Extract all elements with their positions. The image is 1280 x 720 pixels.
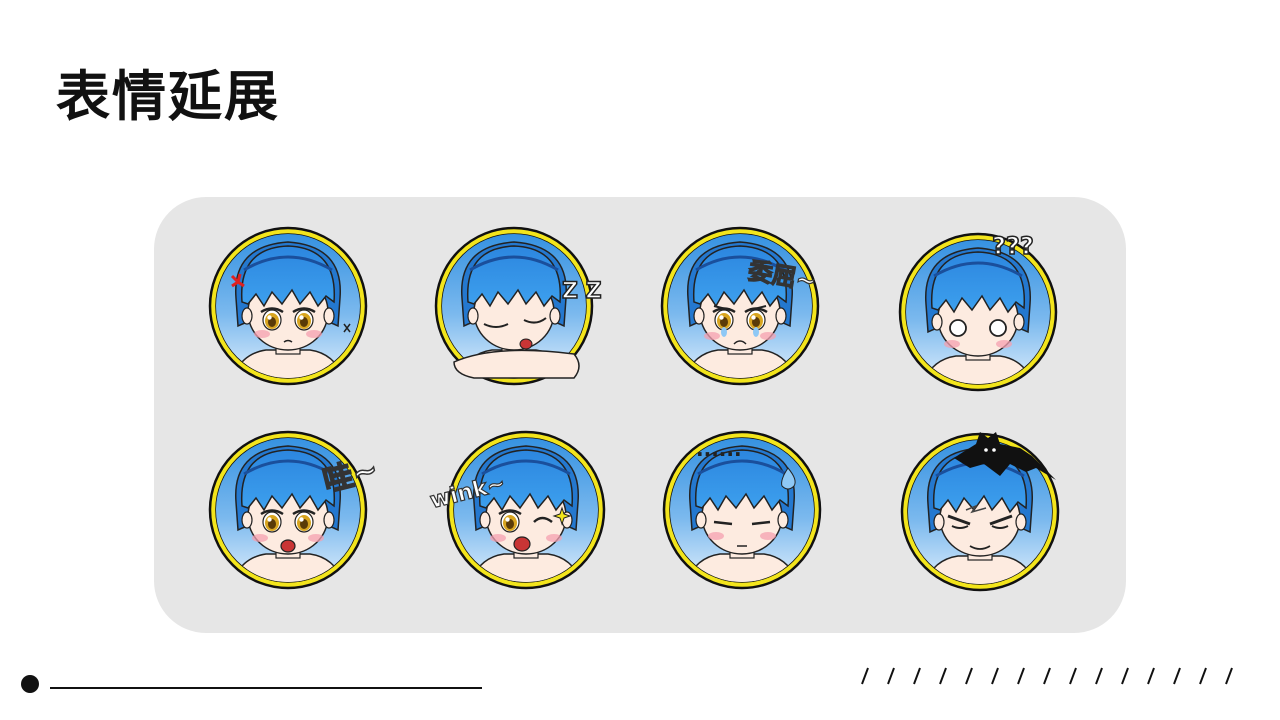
sticker-evil[interactable] [900, 432, 1060, 592]
sticker-angry[interactable] [208, 226, 368, 386]
sticker-grid: Z Z 委屈~ ??? 哇~ wink~ ...... [0, 0, 1280, 720]
sticker-aggrieved[interactable]: 委屈~ [660, 226, 820, 386]
sticker-wow[interactable]: 哇~ [208, 430, 382, 590]
caption-text: Z Z [562, 279, 602, 304]
sticker-speechless[interactable]: ...... [662, 430, 822, 590]
question-marks-icon: ??? [991, 231, 1034, 261]
sleep-z-icon: Z Z [561, 278, 602, 305]
footer-dot [21, 675, 39, 693]
footer-slash-pattern [861, 667, 1233, 685]
footer-line [50, 687, 482, 689]
caption-text: ??? [992, 232, 1034, 260]
sticker-confused[interactable]: ??? [898, 232, 1058, 392]
sticker-sleepy[interactable]: Z Z [434, 226, 602, 386]
sticker-wink[interactable]: wink~ [427, 430, 606, 590]
caption-text: ...... [696, 437, 742, 461]
